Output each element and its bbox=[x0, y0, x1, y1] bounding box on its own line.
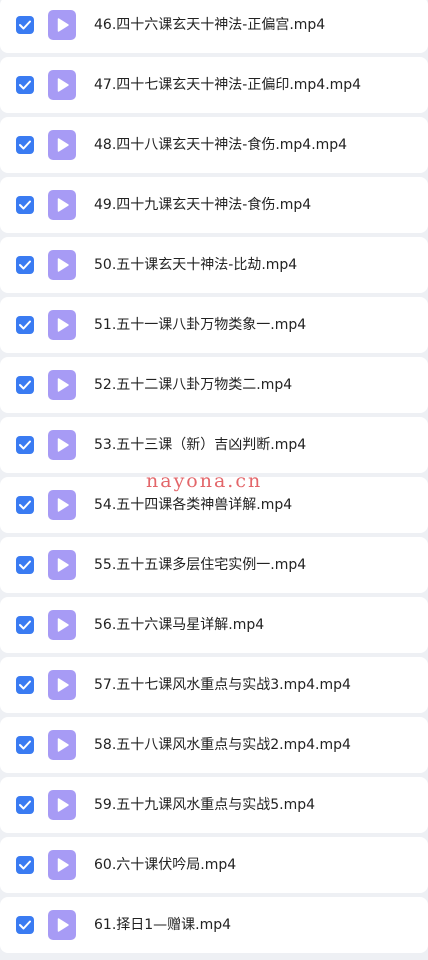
video-file-icon bbox=[48, 190, 76, 220]
file-name[interactable]: 55.五十五课多层住宅实例一.mp4 bbox=[94, 554, 306, 576]
file-name[interactable]: 56.五十六课马星详解.mp4 bbox=[94, 614, 264, 636]
file-row[interactable]: 60.六十课伏吟局.mp4 bbox=[0, 837, 428, 893]
file-name[interactable]: 47.四十七课玄天十神法-正偏印.mp4.mp4 bbox=[94, 74, 361, 96]
file-name[interactable]: 52.五十二课八卦万物类二.mp4 bbox=[94, 374, 292, 396]
check-icon bbox=[19, 200, 31, 210]
video-file-icon bbox=[48, 610, 76, 640]
check-icon bbox=[19, 680, 31, 690]
file-name[interactable]: 49.四十九课玄天十神法-食伤.mp4 bbox=[94, 194, 311, 216]
check-icon bbox=[19, 860, 31, 870]
video-file-icon bbox=[48, 10, 76, 40]
file-row[interactable]: 50.五十课玄天十神法-比劫.mp4 bbox=[0, 237, 428, 293]
video-file-icon bbox=[48, 550, 76, 580]
file-name[interactable]: 53.五十三课（新）吉凶判断.mp4 bbox=[94, 434, 306, 456]
row-checkbox[interactable] bbox=[16, 616, 34, 634]
row-checkbox[interactable] bbox=[16, 16, 34, 34]
row-checkbox[interactable] bbox=[16, 796, 34, 814]
row-checkbox[interactable] bbox=[16, 916, 34, 934]
file-row[interactable]: 59.五十九课风水重点与实战5.mp4 bbox=[0, 777, 428, 833]
file-name[interactable]: 61.择日1—赠课.mp4 bbox=[94, 914, 231, 936]
row-checkbox[interactable] bbox=[16, 856, 34, 874]
file-row[interactable]: 57.五十七课风水重点与实战3.mp4.mp4 bbox=[0, 657, 428, 713]
video-file-icon bbox=[48, 250, 76, 280]
row-checkbox[interactable] bbox=[16, 76, 34, 94]
video-file-icon bbox=[48, 70, 76, 100]
video-file-icon bbox=[48, 130, 76, 160]
file-row[interactable]: 52.五十二课八卦万物类二.mp4 bbox=[0, 357, 428, 413]
check-icon bbox=[19, 80, 31, 90]
check-icon bbox=[19, 320, 31, 330]
row-checkbox[interactable] bbox=[16, 676, 34, 694]
file-row[interactable]: 58.五十八课风水重点与实战2.mp4.mp4 bbox=[0, 717, 428, 773]
video-file-icon bbox=[48, 430, 76, 460]
check-icon bbox=[19, 920, 31, 930]
video-file-icon bbox=[48, 730, 76, 760]
file-row[interactable]: 55.五十五课多层住宅实例一.mp4 bbox=[0, 537, 428, 593]
check-icon bbox=[19, 620, 31, 630]
check-icon bbox=[19, 140, 31, 150]
row-checkbox[interactable] bbox=[16, 496, 34, 514]
row-checkbox[interactable] bbox=[16, 556, 34, 574]
check-icon bbox=[19, 20, 31, 30]
check-icon bbox=[19, 740, 31, 750]
file-row[interactable]: 56.五十六课马星详解.mp4 bbox=[0, 597, 428, 653]
file-name[interactable]: 46.四十六课玄天十神法-正偏宫.mp4 bbox=[94, 14, 325, 36]
check-icon bbox=[19, 440, 31, 450]
file-name[interactable]: 58.五十八课风水重点与实战2.mp4.mp4 bbox=[94, 734, 351, 756]
video-file-icon bbox=[48, 670, 76, 700]
file-list: 46.四十六课玄天十神法-正偏宫.mp4 47.四十七课玄天十神法-正偏印.mp… bbox=[0, 0, 428, 960]
file-row[interactable]: 54.五十四课各类神兽详解.mp4 bbox=[0, 477, 428, 533]
video-file-icon bbox=[48, 910, 76, 940]
video-file-icon bbox=[48, 370, 76, 400]
check-icon bbox=[19, 380, 31, 390]
row-checkbox[interactable] bbox=[16, 316, 34, 334]
row-checkbox[interactable] bbox=[16, 256, 34, 274]
check-icon bbox=[19, 500, 31, 510]
file-row[interactable]: 49.四十九课玄天十神法-食伤.mp4 bbox=[0, 177, 428, 233]
file-name[interactable]: 54.五十四课各类神兽详解.mp4 bbox=[94, 494, 292, 516]
video-file-icon bbox=[48, 310, 76, 340]
file-row[interactable]: 53.五十三课（新）吉凶判断.mp4 bbox=[0, 417, 428, 473]
row-checkbox[interactable] bbox=[16, 136, 34, 154]
file-name[interactable]: 60.六十课伏吟局.mp4 bbox=[94, 854, 236, 876]
video-file-icon bbox=[48, 490, 76, 520]
file-name[interactable]: 51.五十一课八卦万物类象一.mp4 bbox=[94, 314, 306, 336]
video-file-icon bbox=[48, 850, 76, 880]
file-row[interactable]: 46.四十六课玄天十神法-正偏宫.mp4 bbox=[0, 0, 428, 53]
file-row[interactable]: 51.五十一课八卦万物类象一.mp4 bbox=[0, 297, 428, 353]
video-file-icon bbox=[48, 790, 76, 820]
file-name[interactable]: 57.五十七课风水重点与实战3.mp4.mp4 bbox=[94, 674, 351, 696]
file-name[interactable]: 59.五十九课风水重点与实战5.mp4 bbox=[94, 794, 315, 816]
row-checkbox[interactable] bbox=[16, 196, 34, 214]
row-checkbox[interactable] bbox=[16, 736, 34, 754]
file-name[interactable]: 48.四十八课玄天十神法-食伤.mp4.mp4 bbox=[94, 134, 347, 156]
check-icon bbox=[19, 560, 31, 570]
row-checkbox[interactable] bbox=[16, 436, 34, 454]
file-row[interactable]: 47.四十七课玄天十神法-正偏印.mp4.mp4 bbox=[0, 57, 428, 113]
check-icon bbox=[19, 260, 31, 270]
row-checkbox[interactable] bbox=[16, 376, 34, 394]
check-icon bbox=[19, 800, 31, 810]
file-row[interactable]: 48.四十八课玄天十神法-食伤.mp4.mp4 bbox=[0, 117, 428, 173]
file-name[interactable]: 50.五十课玄天十神法-比劫.mp4 bbox=[94, 254, 297, 276]
file-row[interactable]: 61.择日1—赠课.mp4 bbox=[0, 897, 428, 953]
